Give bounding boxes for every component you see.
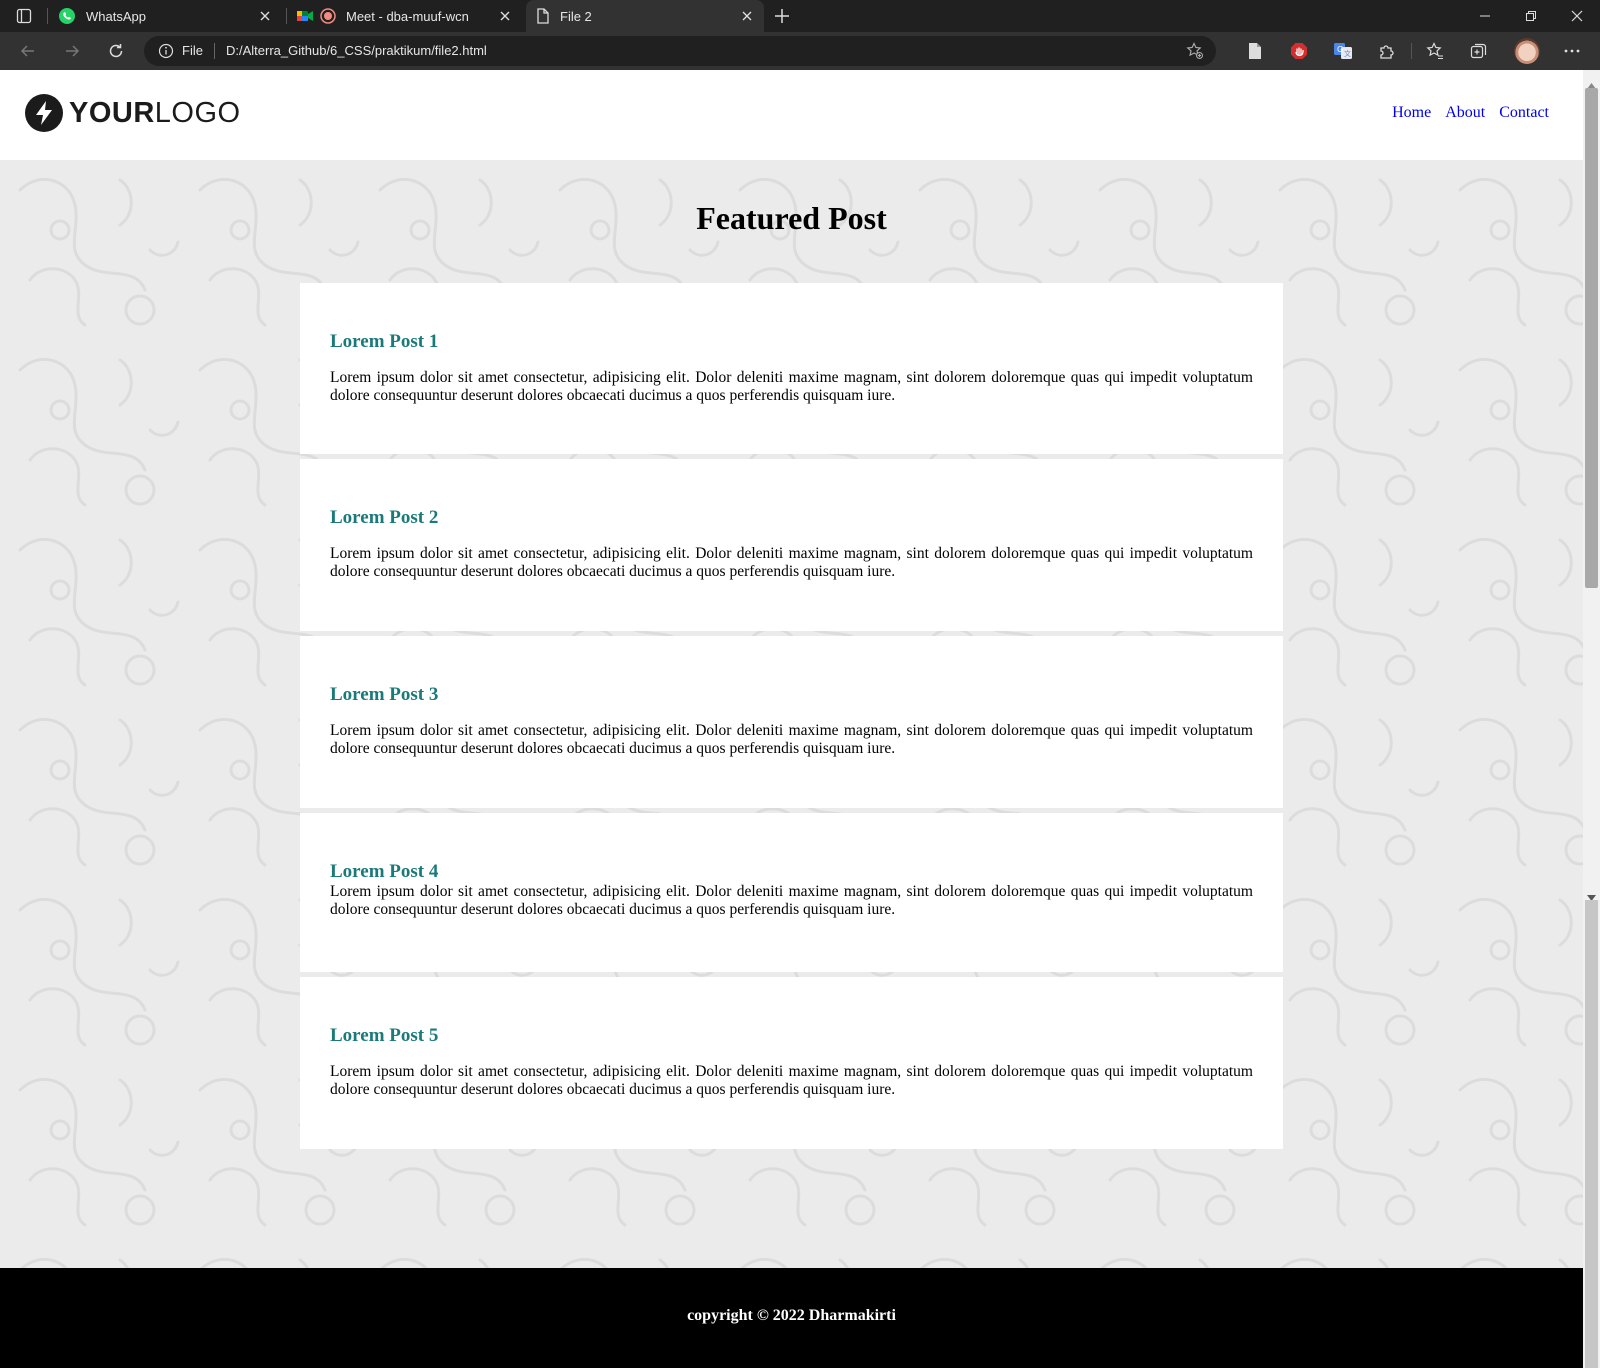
logo-text: YOURLOGO xyxy=(69,96,241,129)
post-title: Lorem Post 4 xyxy=(330,861,439,882)
vertical-scrollbar[interactable] xyxy=(1583,70,1600,1368)
new-tab-icon[interactable] xyxy=(772,6,792,26)
post-card: Lorem Post 1 Lorem ipsum dolor sit amet … xyxy=(300,283,1283,454)
tab-title: File 2 xyxy=(560,8,592,24)
post-body: Lorem ipsum dolor sit amet consectetur, … xyxy=(330,883,1253,918)
svg-text:文: 文 xyxy=(1344,49,1351,58)
footer-copyright: copyright © 2022 Dharmakirti xyxy=(687,1307,896,1324)
extensions-icon[interactable] xyxy=(1376,40,1398,62)
recording-icon xyxy=(320,8,336,24)
post-card: Lorem Post 3 Lorem ipsum dolor sit amet … xyxy=(300,636,1283,808)
favorites-icon[interactable] xyxy=(1424,40,1446,62)
nav-link-about[interactable]: About xyxy=(1445,104,1485,122)
tab-title: Meet - dba-muuf-wcn xyxy=(346,8,469,24)
scrollbar-track-lower xyxy=(1585,900,1598,1368)
tab-whatsapp[interactable]: WhatsApp xyxy=(56,0,282,32)
back-icon[interactable] xyxy=(14,39,42,63)
close-tab-icon[interactable] xyxy=(740,9,754,23)
tab-separator xyxy=(286,8,287,24)
post-title: Lorem Post 2 xyxy=(330,507,439,528)
tab-actions-icon[interactable] xyxy=(10,6,38,26)
site-footer: copyright © 2022 Dharmakirti xyxy=(0,1268,1583,1368)
tab-separator xyxy=(47,8,48,24)
site-header: YOURLOGO Home About Contact xyxy=(0,70,1583,160)
toolbar-separator xyxy=(1411,43,1412,59)
post-card: Lorem Post 5 Lorem ipsum dolor sit amet … xyxy=(300,977,1283,1149)
page-viewport: YOURLOGO Home About Contact Featured Pos… xyxy=(0,70,1600,1368)
post-body: Lorem ipsum dolor sit amet consectetur, … xyxy=(330,369,1253,404)
post-title: Lorem Post 5 xyxy=(330,1025,439,1046)
reading-view-icon[interactable] xyxy=(1244,40,1266,62)
page-title: Featured Post xyxy=(696,200,887,236)
post-card: Lorem Post 2 Lorem ipsum dolor sit amet … xyxy=(300,459,1283,631)
translate-icon[interactable]: G文 xyxy=(1332,40,1354,62)
web-page: YOURLOGO Home About Contact Featured Pos… xyxy=(0,70,1583,1368)
close-window-icon[interactable] xyxy=(1554,0,1599,32)
whatsapp-icon xyxy=(58,7,76,25)
scrollbar-thumb[interactable] xyxy=(1585,88,1598,588)
google-meet-icon xyxy=(296,8,314,24)
svg-text:G: G xyxy=(1337,45,1343,54)
forward-icon[interactable] xyxy=(58,39,86,63)
reload-icon[interactable] xyxy=(102,39,130,63)
profile-avatar[interactable] xyxy=(1514,38,1540,64)
post-title: Lorem Post 3 xyxy=(330,684,439,705)
post-title: Lorem Post 1 xyxy=(330,331,439,352)
lightning-bolt-icon xyxy=(25,94,63,132)
nav-link-home[interactable]: Home xyxy=(1392,104,1431,122)
post-card: Lorem Post 4 Lorem ipsum dolor sit amet … xyxy=(300,813,1283,972)
main-nav: Home About Contact xyxy=(1392,104,1549,122)
site-logo[interactable]: YOURLOGO xyxy=(25,94,241,132)
nav-link-contact[interactable]: Contact xyxy=(1499,104,1549,122)
adblock-icon[interactable] xyxy=(1288,40,1310,62)
close-tab-icon[interactable] xyxy=(498,9,512,23)
close-tab-icon[interactable] xyxy=(258,9,272,23)
add-favorite-icon[interactable] xyxy=(1186,42,1204,64)
post-list: Lorem Post 1 Lorem ipsum dolor sit amet … xyxy=(300,283,1283,1154)
more-options-icon[interactable] xyxy=(1561,40,1583,62)
tab-title: WhatsApp xyxy=(86,8,146,24)
browser-titlebar: WhatsApp Meet - dba-muuf-wcn File 2 xyxy=(0,0,1600,32)
browser-toolbar: File D:/Alterra_Github/6_CSS/praktikum/f… xyxy=(0,32,1600,70)
url-text[interactable]: D:/Alterra_Github/6_CSS/praktikum/file2.… xyxy=(226,43,487,58)
post-body: Lorem ipsum dolor sit amet consectetur, … xyxy=(330,722,1253,757)
file-icon xyxy=(536,8,550,24)
post-body: Lorem ipsum dolor sit amet consectetur, … xyxy=(330,545,1253,580)
collections-icon[interactable] xyxy=(1468,40,1490,62)
post-body: Lorem ipsum dolor sit amet consectetur, … xyxy=(330,1063,1253,1098)
tab-file2[interactable]: File 2 xyxy=(526,0,764,32)
info-icon[interactable] xyxy=(158,43,174,63)
minimize-icon[interactable] xyxy=(1462,0,1507,32)
address-separator xyxy=(214,43,215,59)
address-bar[interactable]: File D:/Alterra_Github/6_CSS/praktikum/f… xyxy=(144,36,1216,66)
restore-icon[interactable] xyxy=(1508,0,1553,32)
tab-meet[interactable]: Meet - dba-muuf-wcn xyxy=(296,0,522,32)
scheme-label: File xyxy=(182,43,203,58)
